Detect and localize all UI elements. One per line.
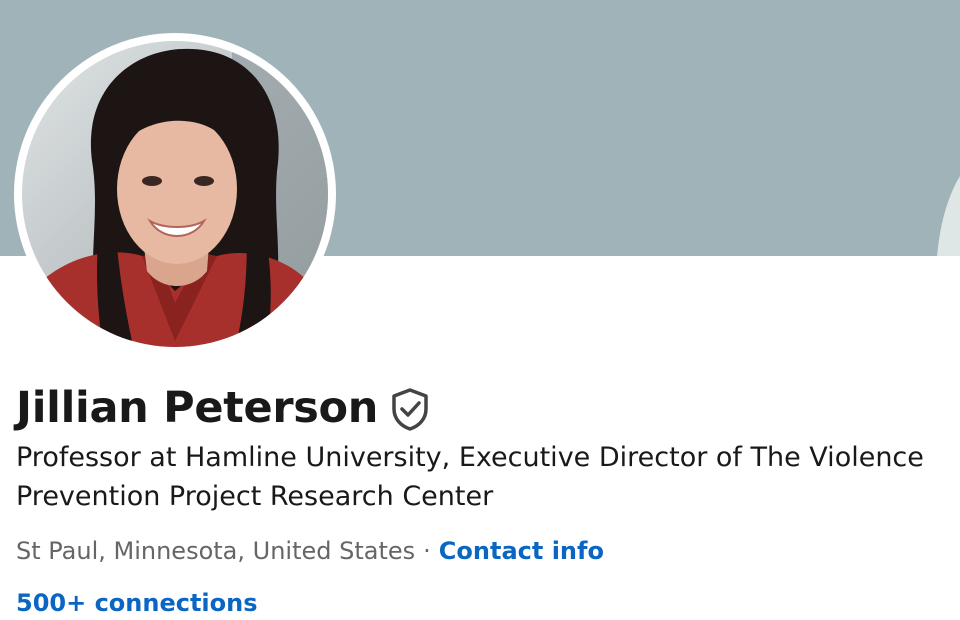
profile-name: Jillian Peterson [16, 383, 379, 433]
profile-avatar[interactable] [14, 33, 336, 355]
profile-headline: Professor at Hamline University, Executi… [16, 442, 924, 512]
location-row: St Paul, Minnesota, United States · Contac… [16, 534, 604, 568]
banner-decoration [936, 150, 960, 256]
separator-dot: · [423, 537, 431, 565]
profile-location: St Paul, Minnesota, United States [16, 537, 416, 565]
contact-info-link[interactable]: Contact info [439, 537, 604, 565]
profile-name-row: Jillian Peterson [16, 380, 430, 436]
profile-photo [22, 41, 328, 347]
connections-link[interactable]: 500+ connections [16, 586, 258, 620]
verified-shield-icon[interactable] [390, 387, 430, 431]
